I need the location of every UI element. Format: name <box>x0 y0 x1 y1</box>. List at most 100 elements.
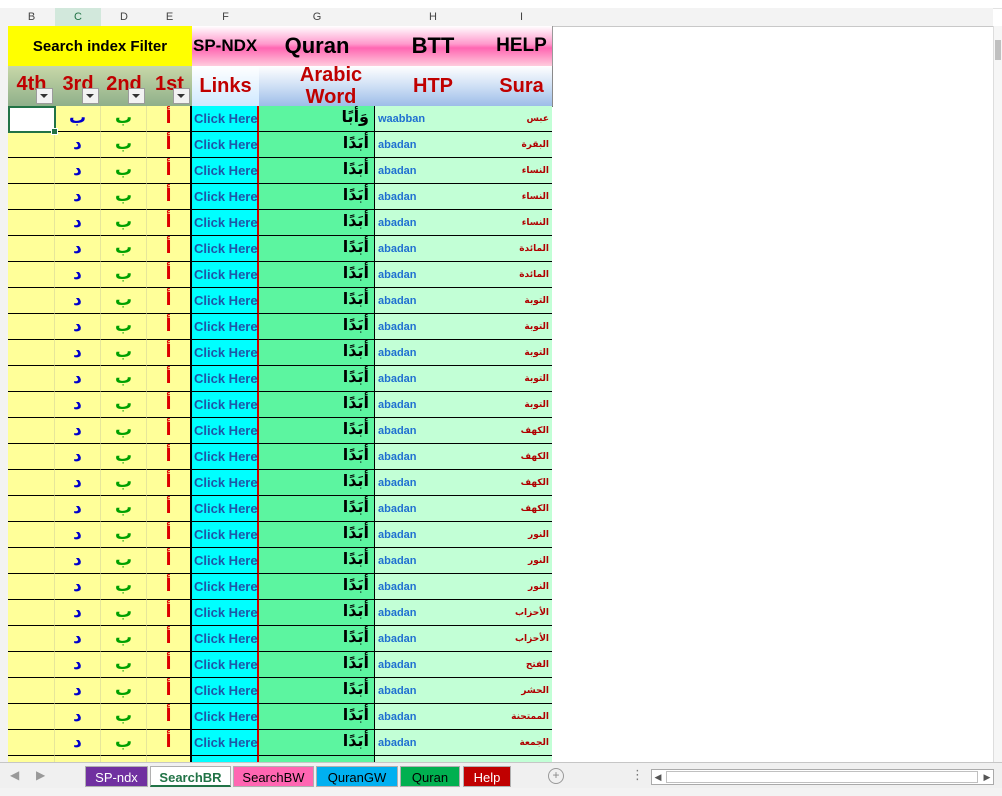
cell-2nd[interactable]: ب <box>101 210 147 236</box>
click-here-link[interactable]: Click Here <box>192 704 259 730</box>
cell-3rd[interactable]: د <box>55 522 101 548</box>
cell-4th[interactable] <box>8 366 55 392</box>
cell-3rd[interactable]: د <box>55 262 101 288</box>
cell-1st[interactable]: أ <box>147 236 192 262</box>
cell-1st[interactable]: أ <box>147 496 192 522</box>
cell-1st[interactable]: أ <box>147 704 192 730</box>
cell-2nd[interactable]: ب <box>101 418 147 444</box>
cell-1st[interactable]: أ <box>147 262 192 288</box>
cell-4th[interactable] <box>8 704 55 730</box>
cell-4th[interactable] <box>8 522 55 548</box>
tab-scroll-left-icon[interactable]: ◀ <box>10 768 19 782</box>
cell-4th[interactable] <box>8 548 55 574</box>
click-here-link[interactable]: Click Here <box>192 496 259 522</box>
cell-1st[interactable]: أ <box>147 418 192 444</box>
cell-4th[interactable] <box>8 288 55 314</box>
cell-3rd[interactable]: د <box>55 340 101 366</box>
cell-3rd[interactable]: د <box>55 496 101 522</box>
column-header-d[interactable]: D <box>101 8 148 27</box>
quran-button[interactable]: Quran <box>259 26 376 67</box>
filter-dropdown-3rd[interactable] <box>82 88 99 104</box>
cell-4th[interactable] <box>8 730 55 756</box>
cell-4th[interactable] <box>8 236 55 262</box>
click-here-link[interactable]: Click Here <box>192 522 259 548</box>
cell-3rd[interactable]: د <box>55 132 101 158</box>
filter-dropdown-4th[interactable] <box>36 88 53 104</box>
cell-4th[interactable] <box>8 262 55 288</box>
click-here-link[interactable]: Click Here <box>192 210 259 236</box>
cell-4th[interactable] <box>8 132 55 158</box>
sheet-tab-qurangw[interactable]: QuranGW <box>316 766 398 787</box>
click-here-link[interactable]: Click Here <box>192 392 259 418</box>
cell-3rd[interactable]: ب <box>55 106 101 132</box>
cell-2nd[interactable]: ب <box>101 314 147 340</box>
cell-1st[interactable]: أ <box>147 106 192 132</box>
cell-2nd[interactable]: ب <box>101 626 147 652</box>
cell-3rd[interactable]: د <box>55 314 101 340</box>
filter-dropdown-1st[interactable] <box>173 88 190 104</box>
cell-3rd[interactable]: د <box>55 548 101 574</box>
cell-3rd[interactable]: د <box>55 392 101 418</box>
vertical-scrollbar[interactable] <box>993 26 1002 762</box>
cell-2nd[interactable]: ب <box>101 652 147 678</box>
cell-4th[interactable] <box>8 600 55 626</box>
cell-1st[interactable]: أ <box>147 574 192 600</box>
cell-2nd[interactable]: ب <box>101 470 147 496</box>
cell-3rd[interactable]: د <box>55 418 101 444</box>
cell-1st[interactable]: أ <box>147 392 192 418</box>
column-header-f[interactable]: F <box>192 8 260 27</box>
horizontal-scrollbar[interactable]: ◀ ▶ <box>651 769 994 785</box>
cell-2nd[interactable]: ب <box>101 288 147 314</box>
cell-1st[interactable]: أ <box>147 652 192 678</box>
tab-scroll-right-icon[interactable]: ▶ <box>36 768 45 782</box>
cell-4th[interactable] <box>8 158 55 184</box>
cell-3rd[interactable]: د <box>55 210 101 236</box>
cell-3rd[interactable]: د <box>55 730 101 756</box>
cell-3rd[interactable]: د <box>55 236 101 262</box>
click-here-link[interactable]: Click Here <box>192 366 259 392</box>
cell-1st[interactable]: أ <box>147 600 192 626</box>
cell-3rd[interactable]: د <box>55 678 101 704</box>
cell-1st[interactable]: أ <box>147 132 192 158</box>
cell-2nd[interactable]: ب <box>101 730 147 756</box>
cell-3rd[interactable]: د <box>55 600 101 626</box>
cell-1st[interactable]: أ <box>147 314 192 340</box>
active-cell-selection[interactable] <box>8 106 58 135</box>
cell-2nd[interactable]: ب <box>101 522 147 548</box>
new-sheet-icon[interactable]: + <box>548 768 564 784</box>
cell-4th[interactable] <box>8 652 55 678</box>
filter-dropdown-2nd[interactable] <box>128 88 145 104</box>
click-here-link[interactable]: Click Here <box>192 314 259 340</box>
cell-2nd[interactable]: ب <box>101 184 147 210</box>
vertical-scroll-thumb[interactable] <box>995 40 1001 60</box>
click-here-link[interactable]: Click Here <box>192 600 259 626</box>
click-here-link[interactable]: Click Here <box>192 418 259 444</box>
click-here-link[interactable]: Click Here <box>192 548 259 574</box>
click-here-link[interactable]: Click Here <box>192 444 259 470</box>
cell-1st[interactable]: أ <box>147 340 192 366</box>
cell-1st[interactable]: أ <box>147 548 192 574</box>
cell-4th[interactable] <box>8 470 55 496</box>
sheet-tab-quran[interactable]: Quran <box>400 766 460 787</box>
cell-3rd[interactable]: د <box>55 626 101 652</box>
cell-3rd[interactable]: د <box>55 366 101 392</box>
click-here-link[interactable]: Click Here <box>192 158 259 184</box>
sheet-tab-searchbr[interactable]: SearchBR <box>150 766 231 787</box>
sp-ndx-button[interactable]: SP-NDX <box>192 26 261 67</box>
help-button[interactable]: HELP <box>491 26 553 67</box>
cell-2nd[interactable]: ب <box>101 496 147 522</box>
cell-4th[interactable] <box>8 184 55 210</box>
cell-1st[interactable]: أ <box>147 470 192 496</box>
cell-4th[interactable] <box>8 210 55 236</box>
cell-2nd[interactable]: ب <box>101 704 147 730</box>
cell-2nd[interactable]: ب <box>101 262 147 288</box>
click-here-link[interactable]: Click Here <box>192 340 259 366</box>
column-header-i[interactable]: I <box>491 8 553 27</box>
cell-4th[interactable] <box>8 496 55 522</box>
click-here-link[interactable]: Click Here <box>192 730 259 756</box>
click-here-link[interactable]: Click Here <box>192 236 259 262</box>
cell-2nd[interactable]: ب <box>101 392 147 418</box>
cell-1st[interactable]: أ <box>147 678 192 704</box>
cell-1st[interactable]: أ <box>147 366 192 392</box>
column-header-e[interactable]: E <box>147 8 193 27</box>
